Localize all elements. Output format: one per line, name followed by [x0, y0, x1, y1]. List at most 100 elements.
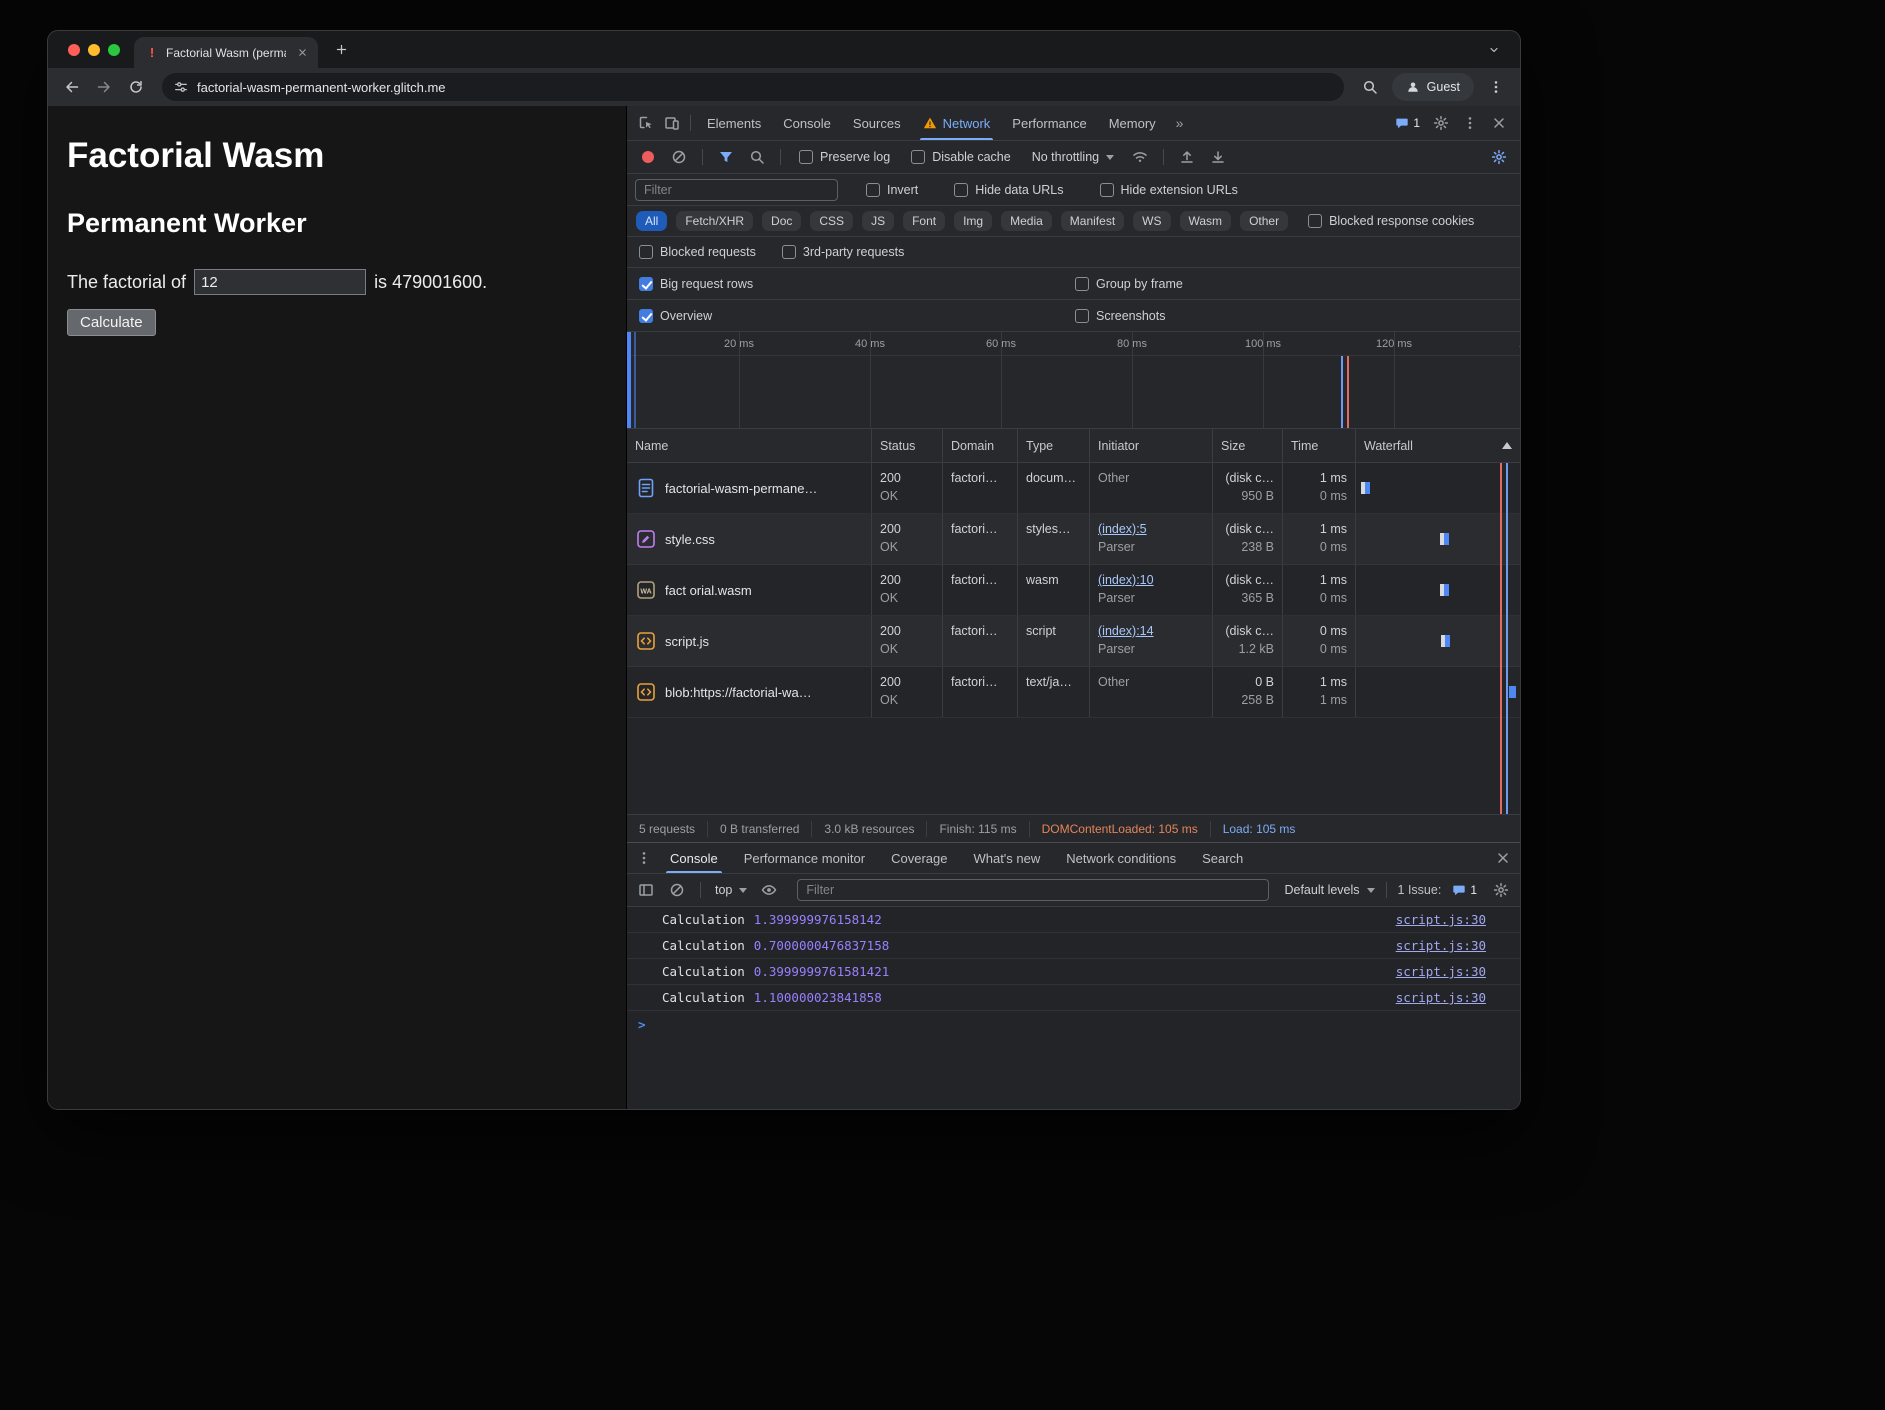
devtools-tab-performance[interactable]: Performance — [1001, 106, 1097, 140]
drawer-tab-console[interactable]: Console — [657, 843, 731, 873]
devtools-menu-icon[interactable] — [1457, 110, 1483, 136]
blocked-response-cookies-checkbox[interactable]: Blocked response cookies — [1308, 214, 1474, 228]
filter-chip-fetch-xhr[interactable]: Fetch/XHR — [676, 211, 753, 231]
devtools-close-icon[interactable] — [1486, 110, 1512, 136]
devtools-tab-elements[interactable]: Elements — [696, 106, 772, 140]
filter-chip-css[interactable]: CSS — [810, 211, 853, 231]
filter-chip-font[interactable]: Font — [903, 211, 945, 231]
column-header-status[interactable]: Status — [872, 429, 943, 462]
reload-button[interactable] — [122, 73, 150, 101]
network-request-row[interactable]: blob:https://factorial-wa…200OKfactori…t… — [627, 667, 1520, 718]
devtools-tab-console[interactable]: Console — [772, 106, 842, 140]
network-request-row[interactable]: WAfact orial.wasm200OKfactori…wasm(index… — [627, 565, 1520, 616]
column-header-domain[interactable]: Domain — [943, 429, 1018, 462]
disable-cache-checkbox[interactable]: Disable cache — [911, 150, 1011, 164]
browser-menu-icon[interactable] — [1482, 73, 1510, 101]
drawer-tab-performance-monitor[interactable]: Performance monitor — [731, 843, 878, 873]
filter-chip-media[interactable]: Media — [1001, 211, 1052, 231]
filter-chip-ws[interactable]: WS — [1133, 211, 1170, 231]
search-icon[interactable] — [744, 144, 770, 170]
overview-range-handle-2[interactable] — [634, 332, 636, 428]
clear-console-icon[interactable] — [664, 877, 690, 903]
throttling-dropdown[interactable]: No throttling — [1032, 150, 1114, 164]
forward-button[interactable] — [90, 73, 118, 101]
console-source-link[interactable]: script.js:30 — [1396, 938, 1486, 953]
new-tab-button[interactable] — [328, 37, 354, 63]
console-context-dropdown[interactable]: top — [715, 883, 747, 897]
group-by-frame-checkbox[interactable]: Group by frame — [1075, 277, 1183, 291]
console-source-link[interactable]: script.js:30 — [1396, 912, 1486, 927]
console-prompt[interactable]: > — [627, 1011, 1520, 1037]
filter-chip-wasm[interactable]: Wasm — [1180, 211, 1232, 231]
device-toolbar-icon[interactable] — [659, 110, 685, 136]
more-panels-button[interactable]: » — [1167, 115, 1193, 131]
initiator-link[interactable]: (index):14 — [1098, 624, 1154, 638]
close-window-button[interactable] — [68, 44, 80, 56]
minimize-window-button[interactable] — [88, 44, 100, 56]
filter-chip-doc[interactable]: Doc — [762, 211, 801, 231]
initiator-link[interactable]: (index):10 — [1098, 573, 1154, 587]
calculate-button[interactable]: Calculate — [67, 309, 156, 336]
network-overview-timeline[interactable]: 20 ms40 ms60 ms80 ms100 ms120 ms14 — [627, 332, 1520, 429]
filter-chip-js[interactable]: JS — [862, 211, 894, 231]
blocked-requests-checkbox[interactable]: Blocked requests — [639, 245, 756, 259]
drawer-tab-network-conditions[interactable]: Network conditions — [1053, 843, 1189, 873]
drawer-close-icon[interactable] — [1490, 845, 1516, 871]
console-source-link[interactable]: script.js:30 — [1396, 990, 1486, 1005]
console-filter-input[interactable] — [797, 879, 1269, 901]
devtools-tab-memory[interactable]: Memory — [1098, 106, 1167, 140]
devtools-settings-icon[interactable] — [1428, 110, 1454, 136]
browser-tab[interactable]: Factorial Wasm (permanent W — [134, 37, 318, 68]
invert-checkbox[interactable]: Invert — [866, 183, 918, 197]
filter-chip-all[interactable]: All — [636, 211, 667, 231]
console-settings-icon[interactable] — [1488, 877, 1514, 903]
hide-data-urls-checkbox[interactable]: Hide data URLs — [954, 183, 1063, 197]
zoom-icon[interactable] — [1356, 73, 1384, 101]
column-header-type[interactable]: Type — [1018, 429, 1090, 462]
network-conditions-icon[interactable] — [1127, 144, 1153, 170]
address-bar[interactable]: factorial-wasm-permanent-worker.glitch.m… — [162, 73, 1344, 101]
column-header-time[interactable]: Time — [1283, 429, 1356, 462]
network-request-row[interactable]: style.css200OKfactori…styles…(index):5Pa… — [627, 514, 1520, 565]
network-request-row[interactable]: script.js200OKfactori…script(index):14Pa… — [627, 616, 1520, 667]
console-sidebar-icon[interactable] — [633, 877, 659, 903]
drawer-tab-what-s-new[interactable]: What's new — [960, 843, 1053, 873]
profile-button[interactable]: Guest — [1392, 73, 1474, 101]
column-header-waterfall[interactable]: Waterfall — [1356, 429, 1520, 462]
initiator-link[interactable]: (index):5 — [1098, 522, 1147, 536]
overview-checkbox[interactable]: Overview — [639, 309, 712, 323]
overview-range-handle[interactable] — [627, 332, 631, 428]
site-settings-icon[interactable] — [174, 80, 188, 94]
inspect-element-icon[interactable] — [633, 110, 659, 136]
devtools-issues-button[interactable]: 1 — [1390, 116, 1425, 130]
maximize-window-button[interactable] — [108, 44, 120, 56]
preserve-log-checkbox[interactable]: Preserve log — [799, 150, 890, 164]
drawer-tab-search[interactable]: Search — [1189, 843, 1256, 873]
devtools-tab-network[interactable]: Network — [912, 106, 1002, 140]
clear-network-log-icon[interactable] — [666, 144, 692, 170]
factorial-input[interactable] — [194, 269, 366, 295]
column-header-name[interactable]: Name — [627, 429, 872, 462]
live-expression-eye-icon[interactable] — [756, 877, 782, 903]
filter-chip-manifest[interactable]: Manifest — [1061, 211, 1124, 231]
filter-icon[interactable] — [713, 144, 739, 170]
tab-search-icon[interactable] — [1484, 40, 1504, 60]
column-header-initiator[interactable]: Initiator — [1090, 429, 1213, 462]
drawer-menu-icon[interactable] — [631, 845, 657, 871]
network-settings-icon[interactable] — [1486, 144, 1512, 170]
column-header-size[interactable]: Size — [1213, 429, 1283, 462]
third-party-requests-checkbox[interactable]: 3rd-party requests — [782, 245, 904, 259]
export-har-icon[interactable] — [1205, 144, 1231, 170]
drawer-tab-coverage[interactable]: Coverage — [878, 843, 960, 873]
filter-chip-other[interactable]: Other — [1240, 211, 1288, 231]
big-request-rows-checkbox[interactable]: Big request rows — [639, 277, 753, 291]
issues-counter-button[interactable]: 1 — [1447, 883, 1482, 897]
devtools-tab-sources[interactable]: Sources — [842, 106, 912, 140]
screenshots-checkbox[interactable]: Screenshots — [1075, 309, 1165, 323]
hide-extension-urls-checkbox[interactable]: Hide extension URLs — [1100, 183, 1238, 197]
network-request-row[interactable]: factorial-wasm-permane…200OKfactori…docu… — [627, 463, 1520, 514]
console-source-link[interactable]: script.js:30 — [1396, 964, 1486, 979]
network-filter-input[interactable] — [635, 179, 838, 201]
log-levels-dropdown[interactable]: Default levels — [1284, 883, 1374, 897]
back-button[interactable] — [58, 73, 86, 101]
